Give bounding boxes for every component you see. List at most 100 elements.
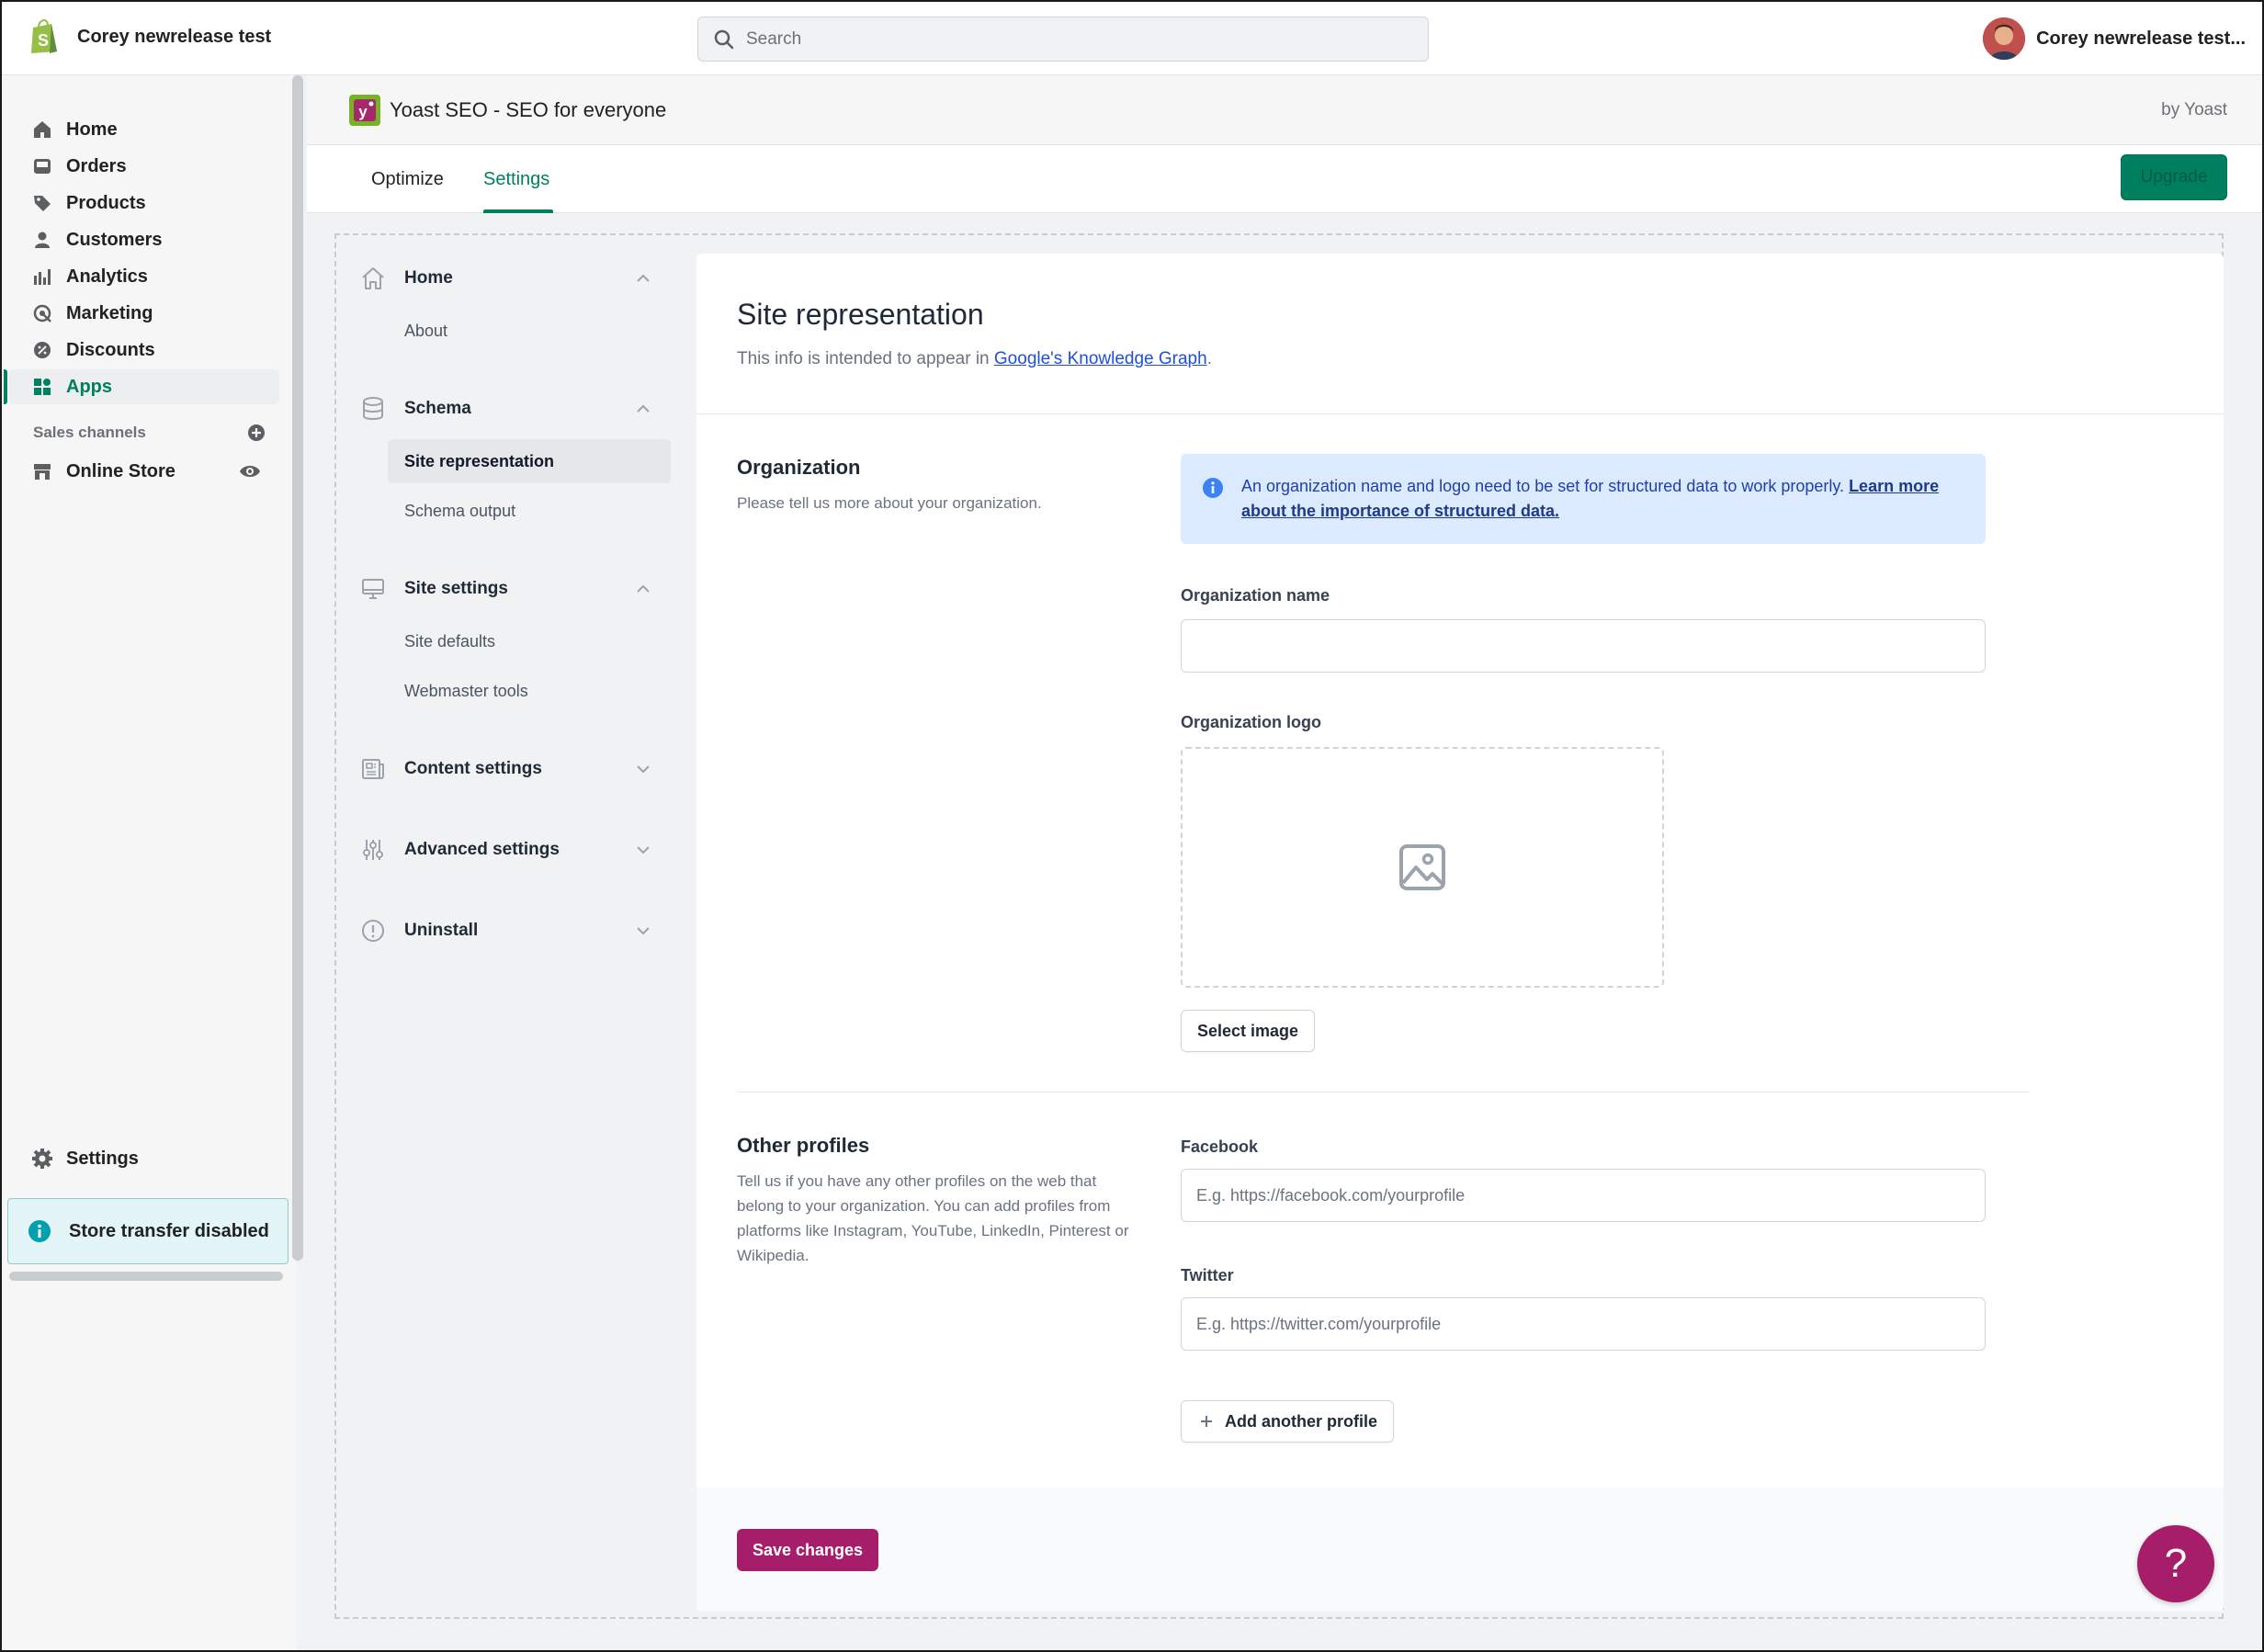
home-icon — [31, 119, 53, 141]
facebook-input[interactable] — [1181, 1169, 1986, 1222]
top-bar: S Corey newrelease test Search Corey new… — [2, 2, 2262, 75]
other-profiles-section-title: Other profiles — [737, 1134, 870, 1157]
avatar — [1983, 17, 2026, 60]
save-changes-button[interactable]: Save changes — [737, 1529, 878, 1571]
user-menu[interactable]: Corey newrelease test... — [1983, 17, 2246, 60]
yoast-submenu-about[interactable]: About — [388, 309, 671, 353]
yoast-submenu-site-defaults[interactable]: Site defaults — [388, 619, 671, 663]
nav-item-label: Discounts — [66, 339, 155, 360]
yoast-menu-home[interactable]: Home — [358, 260, 652, 297]
yoast-menu-site-settings[interactable]: Site settings — [358, 571, 652, 607]
yoast-menu-uninstall[interactable]: Uninstall — [358, 912, 652, 949]
intro-suffix: . — [1206, 349, 1212, 368]
yoast-menu-schema[interactable]: Schema — [358, 390, 652, 427]
nav-item-home[interactable]: Home — [2, 112, 277, 147]
page-intro: This info is intended to appear in Googl… — [737, 349, 1212, 369]
svg-text:y: y — [358, 103, 368, 120]
knowledge-graph-link[interactable]: Google's Knowledge Graph — [994, 349, 1207, 368]
page-title: Site representation — [737, 298, 984, 331]
sales-channels-header: Sales channels — [33, 423, 266, 443]
tab-optimize[interactable]: Optimize — [371, 169, 444, 190]
image-placeholder-icon — [1399, 844, 1445, 890]
add-another-profile-button[interactable]: Add another profile — [1181, 1400, 1394, 1443]
nav-item-settings[interactable]: Settings — [2, 1141, 277, 1176]
tag-icon — [31, 192, 53, 214]
shopify-logo-icon: S — [31, 18, 57, 53]
nav-item-label: Home — [66, 119, 118, 140]
horizontal-scrollbar[interactable] — [9, 1272, 283, 1281]
yoast-logo-icon: y — [349, 95, 380, 126]
store-brand[interactable]: S Corey newrelease test — [28, 18, 271, 55]
yoast-submenu-site-representation[interactable]: Site representation — [388, 439, 671, 483]
nav-item-label: Marketing — [66, 302, 153, 323]
database-icon — [358, 394, 388, 424]
plus-icon — [1201, 1416, 1212, 1427]
intro-text: This info is intended to appear in — [737, 349, 994, 368]
apps-icon — [31, 376, 53, 398]
store-name: Corey newrelease test — [77, 26, 272, 47]
store-transfer-banner: Store transfer disabled — [7, 1198, 289, 1264]
nav-item-discounts[interactable]: Discounts — [2, 333, 277, 368]
alert-text: An organization name and logo need to be… — [1241, 477, 1850, 495]
orders-icon — [31, 155, 53, 177]
yoast-menu-advanced-settings[interactable]: Advanced settings — [358, 832, 652, 868]
yoast-menu-label: Home — [404, 268, 453, 288]
yoast-menu-content-settings[interactable]: Content settings — [358, 751, 652, 787]
nav-item-marketing[interactable]: Marketing — [2, 296, 277, 331]
twitter-input[interactable] — [1181, 1297, 1986, 1351]
divider — [696, 413, 2224, 414]
twitter-label: Twitter — [1181, 1266, 1234, 1284]
chevron-down-icon — [637, 846, 650, 854]
structured-data-alert: An organization name and logo need to be… — [1181, 454, 1986, 544]
search-icon — [714, 29, 734, 49]
sales-channels-label: Sales channels — [33, 424, 146, 441]
nav-scrollbar[interactable] — [292, 75, 303, 1261]
nav-item-apps[interactable]: Apps — [4, 369, 279, 404]
newspaper-icon — [358, 754, 388, 784]
yoast-menu-label: Content settings — [404, 759, 542, 778]
tab-active-indicator — [483, 209, 553, 213]
chevron-up-icon — [637, 274, 650, 282]
store-transfer-text: Store transfer disabled — [69, 1220, 269, 1241]
yoast-menu-label: Uninstall — [404, 921, 479, 940]
nav-item-products[interactable]: Products — [2, 186, 277, 221]
add-channel-icon[interactable] — [246, 423, 266, 443]
user-name: Corey newrelease test... — [2036, 28, 2246, 49]
help-button[interactable]: ? — [2137, 1525, 2214, 1602]
organization-section-description: Please tell us more about your organizat… — [737, 494, 1042, 512]
add-profile-label: Add another profile — [1225, 1411, 1377, 1431]
discount-icon — [31, 339, 53, 361]
yoast-menu-label: Site settings — [404, 579, 508, 598]
select-image-button[interactable]: Select image — [1181, 1010, 1315, 1052]
info-circle-icon — [1203, 478, 1223, 498]
app-developer: by Yoast — [2161, 100, 2227, 119]
yoast-submenu-webmaster-tools[interactable]: Webmaster tools — [388, 669, 671, 713]
search-placeholder: Search — [746, 28, 802, 49]
other-profiles-section-description: Tell us if you have any other profiles o… — [737, 1172, 1129, 1264]
tab-settings[interactable]: Settings — [483, 169, 549, 190]
nav-item-label: Settings — [66, 1148, 139, 1169]
sliders-icon — [358, 835, 388, 865]
svg-text:S: S — [38, 31, 49, 50]
settings-card: Site representation This info is intende… — [696, 254, 2224, 1612]
upgrade-button[interactable]: Upgrade — [2121, 154, 2227, 200]
yoast-submenu-schema-output[interactable]: Schema output — [388, 489, 671, 533]
app-title: Yoast SEO - SEO for everyone — [390, 98, 667, 121]
nav-item-online-store[interactable]: Online Store — [2, 454, 277, 489]
nav-item-label: Orders — [66, 155, 127, 176]
eye-icon[interactable] — [239, 460, 261, 482]
info-icon — [28, 1220, 51, 1242]
nav-item-analytics[interactable]: Analytics — [2, 259, 277, 294]
exclamation-circle-icon — [358, 916, 388, 945]
chevron-down-icon — [637, 927, 650, 935]
organization-name-input[interactable] — [1181, 619, 1986, 673]
yoast-menu-label: Advanced settings — [404, 840, 560, 859]
store-icon — [31, 460, 53, 482]
nav-item-customers[interactable]: Customers — [2, 222, 277, 257]
nav-item-orders[interactable]: Orders — [2, 149, 277, 184]
chevron-down-icon — [637, 765, 650, 774]
search-bar[interactable]: Search — [697, 17, 1429, 62]
logo-dropzone[interactable] — [1181, 747, 1664, 988]
nav-item-label: Online Store — [66, 460, 175, 481]
organization-name-label: Organization name — [1181, 586, 1330, 605]
